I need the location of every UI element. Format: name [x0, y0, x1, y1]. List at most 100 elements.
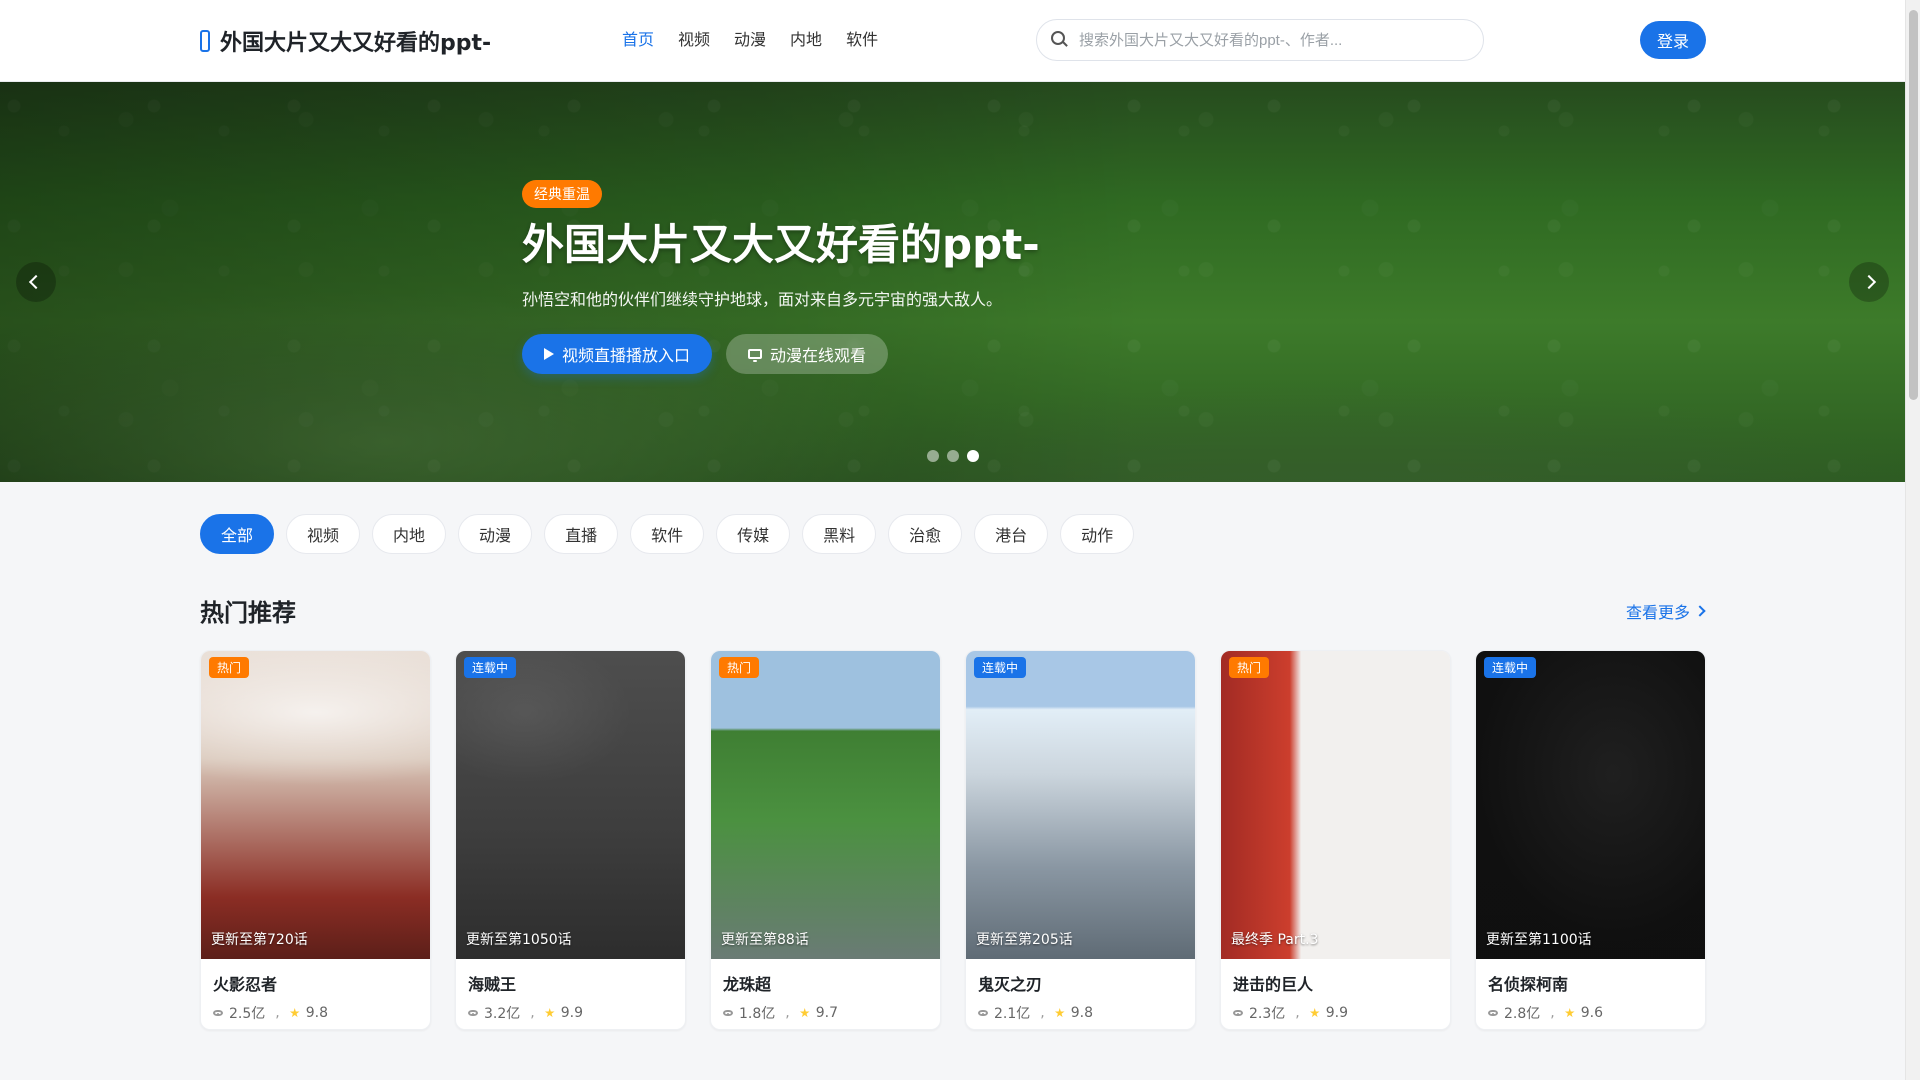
- chip-gossip[interactable]: 黑料: [802, 514, 877, 554]
- card-badge: 热门: [719, 657, 760, 678]
- chip-mainland[interactable]: 内地: [372, 514, 447, 554]
- chip-all[interactable]: 全部: [200, 514, 275, 554]
- tv-icon: [748, 349, 763, 363]
- views-count: 2.8亿: [1504, 1006, 1541, 1022]
- card-title[interactable]: 火影忍者: [213, 971, 418, 995]
- views-icon: [1488, 1010, 1498, 1016]
- chevron-right-icon: [1861, 274, 1877, 290]
- views-icon: [1233, 1010, 1243, 1016]
- chip-hk-tw[interactable]: 港台: [974, 514, 1049, 554]
- card-title[interactable]: 鬼灭之刃: [978, 971, 1183, 995]
- nav-item-video[interactable]: 视频: [678, 26, 710, 50]
- chip-action[interactable]: 动作: [1060, 514, 1135, 554]
- nav-item-home[interactable]: 首页: [622, 26, 654, 50]
- chip-healing[interactable]: 治愈: [888, 514, 963, 554]
- content-card[interactable]: 连载中 更新至第1050话 海贼王 3.2亿 , 9.9: [455, 650, 686, 1030]
- brand[interactable]: 外国大片又大又好看的ppt-: [200, 24, 491, 58]
- card-info: 鬼灭之刃 2.1亿 , 9.8: [966, 959, 1195, 1029]
- card-meta: 1.8亿 , 9.7: [723, 1003, 928, 1023]
- chip-anime[interactable]: 动漫: [458, 514, 533, 554]
- hero-title: 外国大片又大又好看的ppt-: [522, 220, 1040, 269]
- anime-online-label: 动漫在线观看: [770, 348, 867, 366]
- search-box[interactable]: [1036, 19, 1484, 61]
- card-thumbnail[interactable]: 连载中 更新至第205话: [966, 651, 1195, 959]
- card-badge: 热门: [1229, 657, 1270, 678]
- card-badge: 连载中: [464, 657, 517, 678]
- card-title[interactable]: 进击的巨人: [1233, 971, 1438, 995]
- section-title: 热门推荐: [200, 599, 296, 627]
- card-thumbnail[interactable]: 热门 最终季 Part.3: [1221, 651, 1450, 959]
- card-title[interactable]: 名侦探柯南: [1488, 971, 1693, 995]
- hero-content: 经典重温 外国大片又大又好看的ppt- 孙悟空和他的伙伴们继续守护地球，面对来自…: [522, 180, 1040, 375]
- meta-separator: ,: [1295, 1005, 1300, 1021]
- rating-value: 9.8: [305, 1005, 328, 1021]
- card-meta: 3.2亿 , 9.9: [468, 1003, 673, 1023]
- card-meta: 2.5亿 , 9.8: [213, 1003, 418, 1023]
- rating-value: 9.6: [1580, 1005, 1603, 1021]
- meta-separator: ,: [785, 1005, 790, 1021]
- rating-value: 9.9: [560, 1005, 583, 1021]
- nav-item-software[interactable]: 软件: [846, 26, 878, 50]
- anime-online-button[interactable]: 动漫在线观看: [726, 334, 889, 375]
- card-title[interactable]: 海贼王: [468, 971, 673, 995]
- brand-title[interactable]: 外国大片又大又好看的ppt-: [220, 25, 491, 57]
- thumbnail-image: [711, 651, 940, 959]
- views-count: 2.1亿: [994, 1006, 1031, 1022]
- rating-value: 9.8: [1070, 1005, 1093, 1021]
- prev-slide-button[interactable]: [16, 262, 56, 302]
- thumbnail-image: [1221, 651, 1450, 959]
- see-more-link[interactable]: 查看更多: [1625, 599, 1706, 623]
- brand-icon: [200, 30, 210, 52]
- thumbnail-image: [456, 651, 685, 959]
- content-card[interactable]: 连载中 更新至第205话 鬼灭之刃 2.1亿 , 9.8: [965, 650, 1196, 1030]
- star-icon: [1309, 1008, 1320, 1018]
- content-card[interactable]: 热门 更新至第720话 火影忍者 2.5亿 , 9.8: [200, 650, 431, 1030]
- card-thumbnail[interactable]: 热门 更新至第720话: [201, 651, 430, 959]
- card-thumbnail[interactable]: 连载中 更新至第1100话: [1476, 651, 1705, 959]
- chip-video[interactable]: 视频: [286, 514, 361, 554]
- content-card[interactable]: 热门 最终季 Part.3 进击的巨人 2.3亿 , 9.9: [1220, 650, 1451, 1030]
- meta-separator: ,: [530, 1005, 535, 1021]
- card-title[interactable]: 龙珠超: [723, 971, 928, 995]
- card-thumbnail[interactable]: 热门 更新至第88话: [711, 651, 940, 959]
- chip-software[interactable]: 软件: [630, 514, 705, 554]
- see-more-label: 查看更多: [1625, 603, 1690, 622]
- next-slide-button[interactable]: [1849, 262, 1889, 302]
- content-card[interactable]: 热门 更新至第88话 龙珠超 1.8亿 , 9.7: [710, 650, 941, 1030]
- card-info: 名侦探柯南 2.8亿 , 9.6: [1476, 959, 1705, 1029]
- chevron-left-icon: [28, 274, 44, 290]
- carousel-dot[interactable]: [926, 450, 939, 462]
- main-nav: 首页 视频 动漫 内地 软件: [622, 26, 878, 50]
- chip-live[interactable]: 直播: [544, 514, 619, 554]
- login-button[interactable]: 登录: [1640, 21, 1706, 59]
- rating-value: 9.9: [1325, 1005, 1348, 1021]
- star-icon: [544, 1008, 555, 1018]
- hero-actions: 视频直播播放入口 动漫在线观看: [522, 334, 1040, 375]
- nav-item-anime[interactable]: 动漫: [734, 26, 766, 50]
- scrollbar-thumb[interactable]: [1909, 10, 1918, 400]
- views-icon: [723, 1010, 733, 1016]
- thumbnail-image: [1476, 651, 1705, 959]
- card-info: 龙珠超 1.8亿 , 9.7: [711, 959, 940, 1029]
- update-text: 更新至第205话: [976, 932, 1073, 948]
- watch-live-label: 视频直播播放入口: [562, 348, 691, 366]
- carousel-dot-active[interactable]: [966, 450, 979, 462]
- card-info: 火影忍者 2.5亿 , 9.8: [201, 959, 430, 1029]
- card-info: 进击的巨人 2.3亿 , 9.9: [1221, 959, 1450, 1029]
- update-text: 更新至第1100话: [1486, 932, 1592, 948]
- update-text: 更新至第720话: [211, 932, 308, 948]
- carousel-dot[interactable]: [946, 450, 959, 462]
- content-card[interactable]: 连载中 更新至第1100话 名侦探柯南 2.8亿 , 9.6: [1475, 650, 1706, 1030]
- top-header: 外国大片又大又好看的ppt- 首页 视频 动漫 内地 软件 登录: [0, 0, 1905, 82]
- views-icon: [978, 1010, 988, 1016]
- search-input[interactable]: [1077, 30, 1483, 50]
- carousel-dots: [926, 450, 979, 462]
- play-icon: [544, 348, 554, 361]
- card-thumbnail[interactable]: 连载中 更新至第1050话: [456, 651, 685, 959]
- nav-item-mainland[interactable]: 内地: [790, 26, 822, 50]
- views-count: 2.5亿: [229, 1006, 266, 1022]
- star-icon: [289, 1008, 300, 1018]
- chip-media[interactable]: 传媒: [716, 514, 791, 554]
- watch-live-button[interactable]: 视频直播播放入口: [522, 334, 713, 375]
- page-scrollbar[interactable]: [1905, 0, 1920, 1080]
